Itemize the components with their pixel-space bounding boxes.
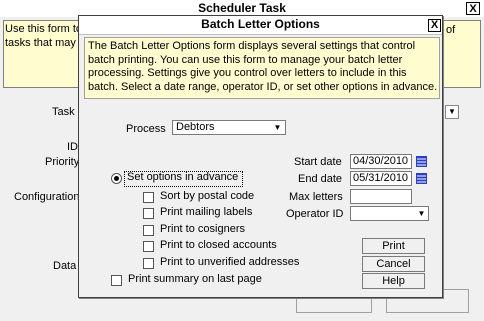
chevron-down-icon[interactable]: ▼ xyxy=(271,123,284,132)
print-closed-accounts-label[interactable]: Print to closed accounts xyxy=(160,239,277,251)
print-to-cosigners-label[interactable]: Print to cosigners xyxy=(160,223,245,235)
end-date-value: 05/31/2010 xyxy=(353,172,409,184)
max-letters-field[interactable] xyxy=(350,189,412,204)
chevron-down-icon[interactable]: ▼ xyxy=(415,209,428,218)
task-dropdown-arrow-icon[interactable]: ▼ xyxy=(445,105,459,119)
sort-postal-code-label[interactable]: Sort by postal code xyxy=(160,190,254,202)
start-date-value: 04/30/2010 xyxy=(353,155,409,167)
end-date-field[interactable]: 05/31/2010 xyxy=(350,171,412,186)
task-label: Task xyxy=(52,106,75,118)
calendar-icon[interactable] xyxy=(416,173,427,184)
id-label: ID xyxy=(67,141,78,153)
operator-id-label: Operator ID xyxy=(286,208,344,220)
background-help-text: Use this form to tasks that may xyxy=(5,23,83,49)
print-unverified-addresses-checkbox[interactable] xyxy=(143,258,154,269)
start-date-field[interactable]: 04/30/2010 xyxy=(350,154,412,169)
print-button[interactable]: Print xyxy=(362,238,425,254)
print-mailing-labels-checkbox[interactable] xyxy=(143,208,154,219)
print-to-cosigners-checkbox[interactable] xyxy=(143,225,154,236)
print-closed-accounts-checkbox[interactable] xyxy=(143,241,154,252)
data-label: Data xyxy=(53,260,77,272)
dialog-help-text: The Batch Letter Options form displays s… xyxy=(88,40,438,93)
background-window-title: Scheduler Task xyxy=(198,1,286,15)
operator-id-select[interactable]: ▼ xyxy=(350,206,429,221)
background-close-button[interactable]: X xyxy=(466,2,480,15)
help-button[interactable]: Help xyxy=(362,273,425,289)
process-value: Debtors xyxy=(176,121,215,133)
sort-postal-code-checkbox[interactable] xyxy=(143,192,154,203)
dialog-title: Batch Letter Options xyxy=(201,17,320,31)
set-options-radio[interactable] xyxy=(111,173,122,184)
priority-label: Priority xyxy=(45,156,80,168)
process-label: Process xyxy=(126,123,166,135)
max-letters-label: Max letters xyxy=(289,191,343,203)
print-mailing-labels-label[interactable]: Print mailing labels xyxy=(160,206,252,218)
print-unverified-addresses-label[interactable]: Print to unverified addresses xyxy=(160,256,299,268)
print-summary-label[interactable]: Print summary on last page xyxy=(128,273,262,285)
end-date-label: End date xyxy=(298,173,343,185)
start-date-label: Start date xyxy=(294,156,342,168)
background-help-text-right: of xyxy=(446,24,456,36)
radio-selected-dot xyxy=(114,176,119,181)
print-summary-checkbox[interactable] xyxy=(111,275,122,286)
set-options-label[interactable]: Set options in advance xyxy=(127,171,238,183)
process-select[interactable]: Debtors ▼ xyxy=(172,120,286,135)
configuration-label: Configuration xyxy=(14,191,80,203)
calendar-icon[interactable] xyxy=(416,156,427,167)
cancel-button[interactable]: Cancel xyxy=(362,256,425,272)
dialog-close-button[interactable]: X xyxy=(428,19,441,32)
